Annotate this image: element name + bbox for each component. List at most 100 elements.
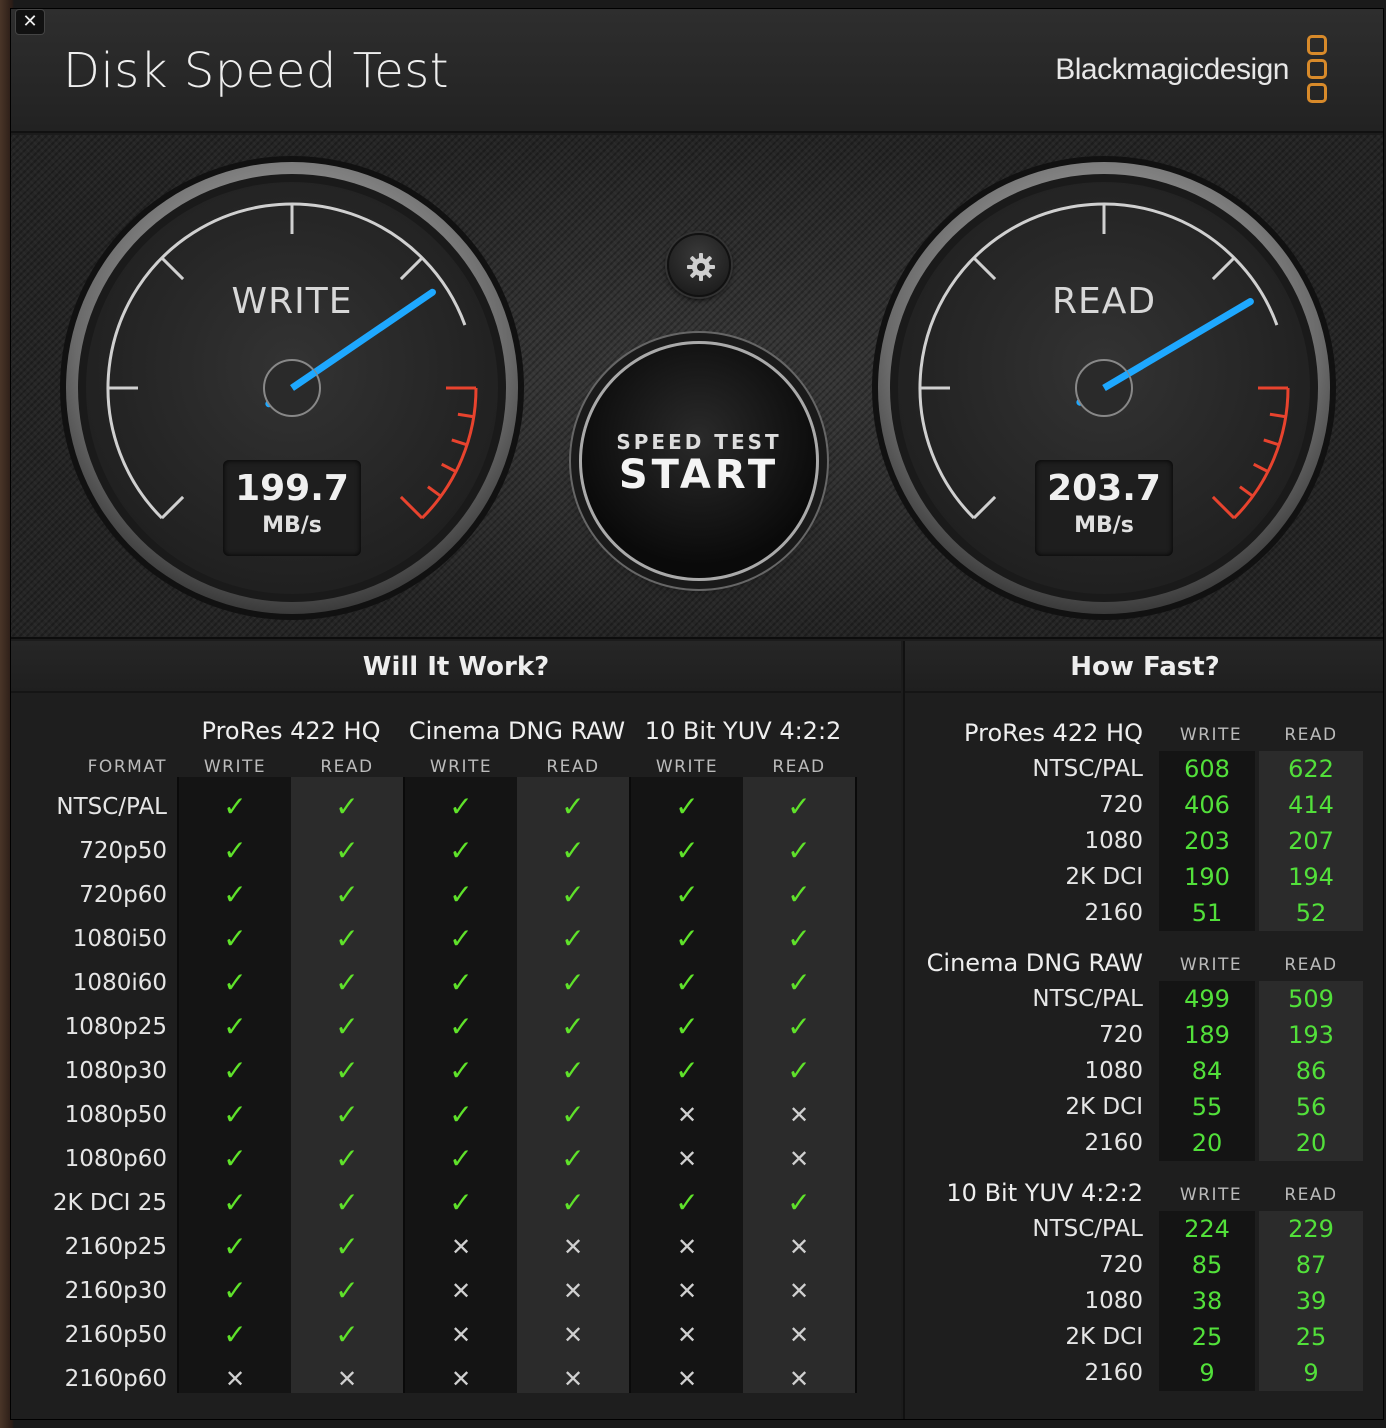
check-icon: ✓ [787,790,811,823]
write-fps-value: 25 [1191,1323,1223,1351]
speed-row-label: NTSC/PAL [1032,986,1143,1012]
write-fps-value: 9 [1199,1359,1215,1387]
check-icon: ✓ [335,834,359,867]
check-icon: ✓ [335,1142,359,1175]
read-fps-value: 414 [1288,791,1334,819]
read-fps-value: 622 [1288,755,1334,783]
write-fps-value: 608 [1184,755,1230,783]
settings-button[interactable] [667,233,731,297]
read-column-header: READ [546,757,600,777]
read-column-header: READ [320,757,374,777]
how-fast-panel: How Fast? ProRes 422 HQ WRITE READ NTSC/PAL… [903,641,1383,1419]
check-icon: ✓ [787,1186,811,1219]
read-fps-value: 9 [1303,1359,1319,1387]
group-header: ProRes 422 HQ [201,717,381,745]
check-icon: ✓ [787,834,811,867]
check-icon: ✓ [223,1142,247,1175]
format-row-label: 2160p60 [64,1366,167,1392]
check-icon: ✓ [335,1098,359,1131]
speed-row-label: 2K DCI [1065,864,1143,890]
cross-icon: ✕ [450,1277,472,1305]
start-button-label: START [618,452,780,498]
check-icon: ✓ [787,966,811,999]
speed-row-label: NTSC/PAL [1032,1216,1143,1242]
read-fps-value: 87 [1295,1251,1327,1279]
cross-icon: ✕ [562,1365,584,1393]
read-column-header: READ [1284,1185,1338,1205]
read-fps-value: 509 [1288,985,1334,1013]
cross-icon: ✕ [676,1101,698,1129]
check-icon: ✓ [449,1054,473,1087]
close-button[interactable]: ✕ [15,9,45,35]
cross-icon: ✕ [676,1145,698,1173]
write-fps-value: 85 [1191,1251,1223,1279]
check-icon: ✓ [675,922,699,955]
check-icon: ✓ [675,790,699,823]
write-fps-value: 51 [1191,899,1223,927]
check-icon: ✓ [675,878,699,911]
check-icon: ✓ [223,790,247,823]
write-fps-value: 20 [1191,1129,1223,1157]
read-column-header: READ [1284,725,1338,745]
read-gauge-label: READ [1051,281,1157,322]
write-fps-value: 499 [1184,985,1230,1013]
speed-row-label: 1080 [1084,828,1143,854]
write-speed-unit: MB/s [262,513,322,538]
check-icon: ✓ [675,1054,699,1087]
cross-icon: ✕ [450,1321,472,1349]
check-icon: ✓ [335,966,359,999]
check-icon: ✓ [561,1142,585,1175]
speed-row-label: 2160 [1084,1130,1143,1156]
check-icon: ✓ [561,966,585,999]
read-column-header: READ [772,757,826,777]
write-fps-value: 190 [1184,863,1230,891]
check-icon: ✓ [561,1010,585,1043]
check-icon: ✓ [223,1318,247,1351]
read-column-header: READ [1284,955,1338,975]
check-icon: ✓ [335,1054,359,1087]
write-fps-value: 189 [1184,1021,1230,1049]
speed-row-label: 2K DCI [1065,1324,1143,1350]
group-header: Cinema DNG RAW [408,717,626,745]
cross-icon: ✕ [676,1321,698,1349]
read-fps-value: 25 [1295,1323,1327,1351]
write-fps-value: 55 [1191,1093,1223,1121]
read-speed-value: 203.7 [1047,468,1161,509]
check-icon: ✓ [223,1010,247,1043]
app-window: Disk Speed Test Blackmagicdesign ✕ WRITE… [10,8,1384,1420]
cross-icon: ✕ [676,1277,698,1305]
check-icon: ✓ [675,966,699,999]
read-readout: 203.7 MB/s [1035,460,1173,556]
write-gauge-label: WRITE [231,281,353,322]
cross-icon: ✕ [788,1365,810,1393]
gauge-panel: WRITE 199.7 MB/s SPEED TEST START READ 2… [11,135,1383,639]
check-icon: ✓ [787,878,811,911]
speed-group-header: Cinema DNG RAW [926,949,1143,977]
write-speed-value: 199.7 [235,468,349,509]
read-fps-value: 86 [1295,1057,1327,1085]
speed-row-label: 1080 [1084,1058,1143,1084]
cross-icon: ✕ [788,1277,810,1305]
check-icon: ✓ [223,878,247,911]
cross-icon: ✕ [450,1233,472,1261]
check-icon: ✓ [335,790,359,823]
check-icon: ✓ [223,1230,247,1263]
check-icon: ✓ [449,966,473,999]
check-icon: ✓ [335,878,359,911]
format-column-header: FORMAT [87,757,167,777]
start-button[interactable]: SPEED TEST START [579,341,819,581]
cross-icon: ✕ [788,1233,810,1261]
check-icon: ✓ [787,1054,811,1087]
write-readout: 199.7 MB/s [223,460,361,556]
read-fps-value: 39 [1295,1287,1327,1315]
check-icon: ✓ [335,1010,359,1043]
check-icon: ✓ [561,1098,585,1131]
speed-group-header: 10 Bit YUV 4:2:2 [946,1179,1143,1207]
write-column-header: WRITE [429,757,493,777]
read-fps-value: 207 [1288,827,1334,855]
format-row-label: 2K DCI 25 [52,1190,167,1216]
format-row-label: 720p60 [79,882,167,908]
check-icon: ✓ [561,834,585,867]
write-fps-value: 84 [1191,1057,1223,1085]
check-icon: ✓ [449,1142,473,1175]
